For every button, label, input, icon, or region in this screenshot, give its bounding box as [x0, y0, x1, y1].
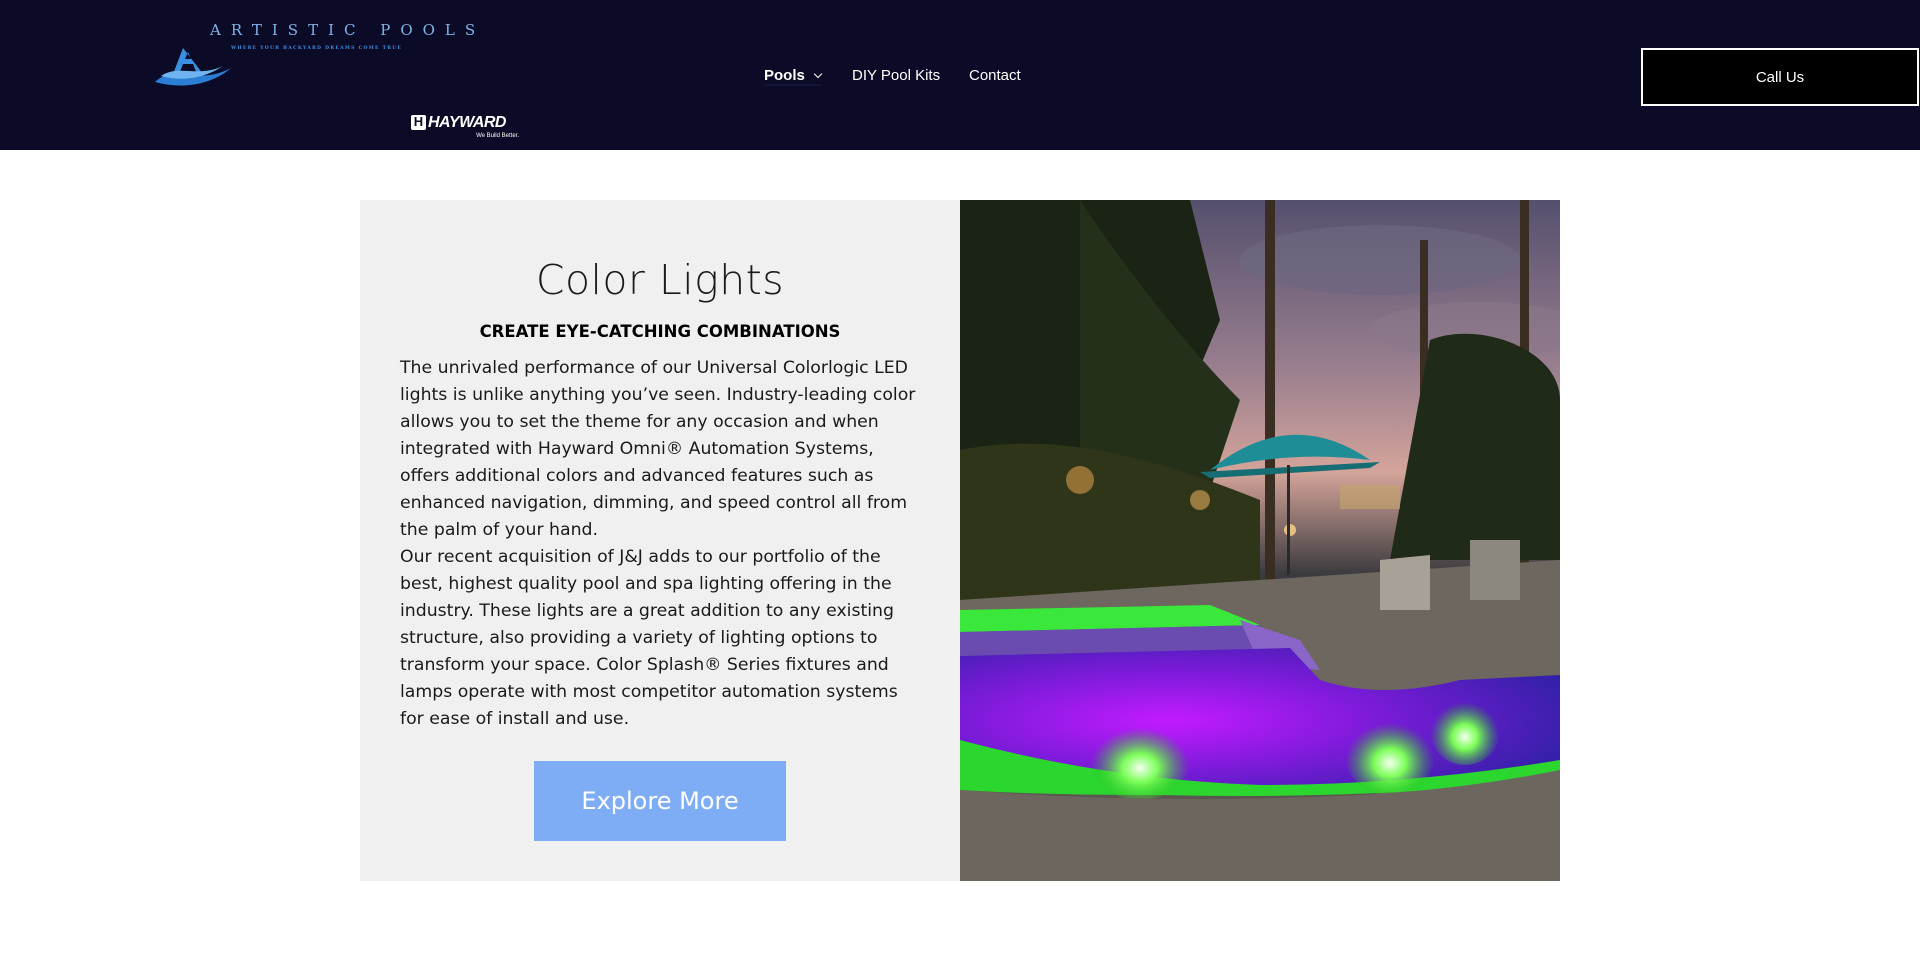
- description-paragraph-1: The unrivaled performance of our Univers…: [400, 358, 916, 540]
- hayward-wordmark: HAYWARD: [428, 114, 506, 131]
- explore-more-button[interactable]: Explore More: [534, 761, 786, 841]
- page-title: Color Lights: [535, 256, 785, 304]
- nav-item-pools[interactable]: Pools: [764, 67, 823, 86]
- nav-item-contact[interactable]: Contact: [969, 67, 1021, 84]
- hayward-slogan: We Build Better.: [476, 133, 519, 139]
- section-subtitle: CREATE EYE-CATCHING COMBINATIONS: [479, 322, 841, 341]
- nav-item-diy-pool-kits[interactable]: DIY Pool Kits: [852, 67, 940, 84]
- artistic-pools-logo[interactable]: ARTISTIC POOLS WHERE YOUR BACKYARD DREAM…: [150, 16, 475, 96]
- brand-tagline: WHERE YOUR BACKYARD DREAMS COME TRUE: [231, 46, 403, 51]
- site-header: ARTISTIC POOLS WHERE YOUR BACKYARD DREAM…: [0, 0, 1920, 150]
- wave-a-icon: [155, 48, 231, 86]
- pool-night-image: [960, 200, 1560, 881]
- hayward-h-icon: [411, 114, 426, 130]
- chevron-down-icon: [813, 69, 823, 79]
- description-paragraph-2: Our recent acquisition of J&J adds to ou…: [400, 547, 898, 729]
- feature-text-panel: Color Lights CREATE EYE-CATCHING COMBINA…: [360, 200, 960, 881]
- pool-lights-photo: [960, 200, 1560, 881]
- nav-item-label: Pools: [764, 67, 805, 84]
- hayward-logo[interactable]: HAYWARD We Build Better.: [409, 113, 521, 143]
- call-us-button[interactable]: Call Us: [1641, 48, 1919, 106]
- brand-name: ARTISTIC POOLS: [210, 21, 486, 39]
- feature-description: The unrivaled performance of our Univers…: [400, 355, 926, 733]
